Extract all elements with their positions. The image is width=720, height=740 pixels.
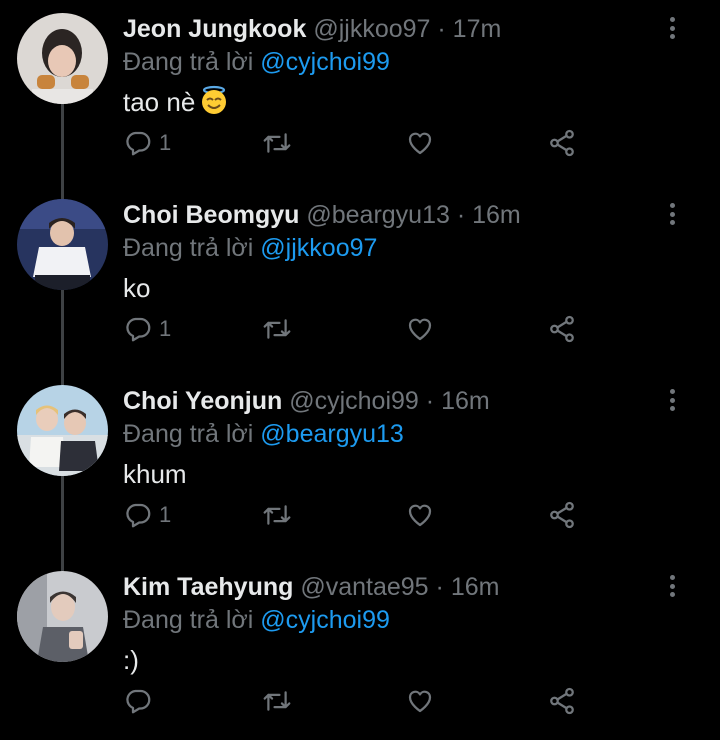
replying-to-handle[interactable]: @cyjchoi99 xyxy=(260,606,390,634)
user-handle[interactable]: @cyjchoi99 xyxy=(289,387,419,415)
separator-dot: · xyxy=(456,201,466,229)
reply-count: 1 xyxy=(159,130,172,155)
replying-to-handle[interactable]: @jjkkoo97 xyxy=(260,234,377,262)
tweet-header: Choi Yeonjun @cyjchoi99 · 16m xyxy=(123,385,490,417)
replying-to: Đang trả lời @jjkkoo97 xyxy=(123,232,377,264)
avatar-image xyxy=(17,199,108,290)
heart-icon xyxy=(408,504,432,527)
heart-icon xyxy=(408,132,432,155)
share-button[interactable] xyxy=(547,310,577,348)
retweet-icon xyxy=(263,691,291,711)
more-options-icon[interactable] xyxy=(664,200,680,228)
reply-icon xyxy=(126,131,151,156)
avatar[interactable] xyxy=(17,199,108,290)
more-options-icon[interactable] xyxy=(664,572,680,600)
replying-to-label: Đang trả lời xyxy=(123,234,254,262)
tweet-text: :) xyxy=(123,642,139,678)
share-button[interactable] xyxy=(547,124,577,162)
separator-dot: · xyxy=(437,15,446,43)
tweet[interactable]: Kim Taehyung @vantae95 · 16m Đang trả lờ… xyxy=(0,558,720,740)
tweet[interactable]: Jeon Jungkook @jjkkoo97 · 17m Đang trả l… xyxy=(0,0,720,186)
tweet-header: Choi Beomgyu @beargyu13 · 16m xyxy=(123,199,521,231)
heart-icon xyxy=(408,690,432,713)
avatar[interactable] xyxy=(17,385,108,476)
like-button[interactable] xyxy=(405,496,435,534)
tweet-header: Kim Taehyung @vantae95 · 16m xyxy=(123,571,499,603)
tweet-text: tao nè xyxy=(123,84,229,124)
separator-dot: · xyxy=(435,573,444,601)
replying-to: Đang trả lời @cyjchoi99 xyxy=(123,604,390,636)
reply-button[interactable]: 1 xyxy=(123,310,171,348)
reply-count: 1 xyxy=(159,316,172,341)
tweet-text-content: :) xyxy=(123,645,139,675)
reply-icon xyxy=(126,689,151,714)
reply-button[interactable]: 1 xyxy=(123,124,171,162)
replying-to-label: Đang trả lời xyxy=(123,420,254,448)
avatar-image xyxy=(17,13,108,104)
tweet-actions: 1 xyxy=(123,310,593,348)
tweet-actions: 1 xyxy=(123,496,593,534)
more-options-icon[interactable] xyxy=(664,386,680,414)
avatar-image xyxy=(17,385,108,476)
replying-to: Đang trả lời @cyjchoi99 xyxy=(123,46,390,78)
share-button[interactable] xyxy=(547,496,577,534)
share-icon xyxy=(550,315,574,343)
retweet-icon xyxy=(263,505,291,525)
tweet[interactable]: Choi Yeonjun @cyjchoi99 · 16m Đang trả l… xyxy=(0,372,720,558)
tweet-actions xyxy=(123,682,593,720)
tweet[interactable]: Choi Beomgyu @beargyu13 · 16m Đang trả l… xyxy=(0,186,720,372)
replying-to-handle[interactable]: @beargyu13 xyxy=(260,420,404,448)
avatar-image xyxy=(17,571,108,662)
retweet-button[interactable] xyxy=(261,496,293,534)
display-name[interactable]: Jeon Jungkook xyxy=(123,15,306,43)
like-button[interactable] xyxy=(405,124,435,162)
timestamp[interactable]: 16m xyxy=(472,201,521,229)
tweet-text-content: tao nè xyxy=(123,87,196,117)
timestamp[interactable]: 17m xyxy=(453,15,502,43)
tweet-text-content: ko xyxy=(123,273,151,303)
user-handle[interactable]: @beargyu13 xyxy=(306,201,450,229)
avatar[interactable] xyxy=(17,571,108,662)
retweet-button[interactable] xyxy=(261,310,293,348)
tweet-header: Jeon Jungkook @jjkkoo97 · 17m xyxy=(123,13,501,45)
replying-to: Đang trả lời @beargyu13 xyxy=(123,418,404,450)
reply-icon xyxy=(126,503,151,528)
retweet-button[interactable] xyxy=(261,124,293,162)
avatar[interactable] xyxy=(17,13,108,104)
more-options-icon[interactable] xyxy=(664,14,680,42)
replying-to-label: Đang trả lời xyxy=(123,606,254,634)
timestamp[interactable]: 16m xyxy=(441,387,490,415)
share-icon xyxy=(550,129,574,157)
tweet-text-content: khum xyxy=(123,459,187,489)
retweet-icon xyxy=(263,319,291,339)
reply-button[interactable]: 1 xyxy=(123,496,171,534)
share-button[interactable] xyxy=(547,682,577,720)
tweet-text: khum xyxy=(123,456,187,492)
reply-count: 1 xyxy=(159,502,172,527)
user-handle[interactable]: @vantae95 xyxy=(300,573,428,601)
replying-to-label: Đang trả lời xyxy=(123,48,254,76)
halo-emoji-icon xyxy=(199,85,229,124)
heart-icon xyxy=(408,318,432,341)
reply-thread: Jeon Jungkook @jjkkoo97 · 17m Đang trả l… xyxy=(0,0,720,740)
retweet-icon xyxy=(263,133,291,153)
reply-button[interactable] xyxy=(123,682,159,720)
like-button[interactable] xyxy=(405,310,435,348)
display-name[interactable]: Kim Taehyung xyxy=(123,573,293,601)
display-name[interactable]: Choi Yeonjun xyxy=(123,387,282,415)
tweet-actions: 1 xyxy=(123,124,593,162)
tweet-text: ko xyxy=(123,270,150,306)
timestamp[interactable]: 16m xyxy=(451,573,500,601)
replying-to-handle[interactable]: @cyjchoi99 xyxy=(260,48,390,76)
user-handle[interactable]: @jjkkoo97 xyxy=(313,15,430,43)
separator-dot: · xyxy=(425,387,435,415)
reply-icon xyxy=(126,317,151,342)
like-button[interactable] xyxy=(405,682,435,720)
share-icon xyxy=(550,687,574,715)
display-name[interactable]: Choi Beomgyu xyxy=(123,201,299,229)
retweet-button[interactable] xyxy=(261,682,293,720)
share-icon xyxy=(550,501,574,529)
